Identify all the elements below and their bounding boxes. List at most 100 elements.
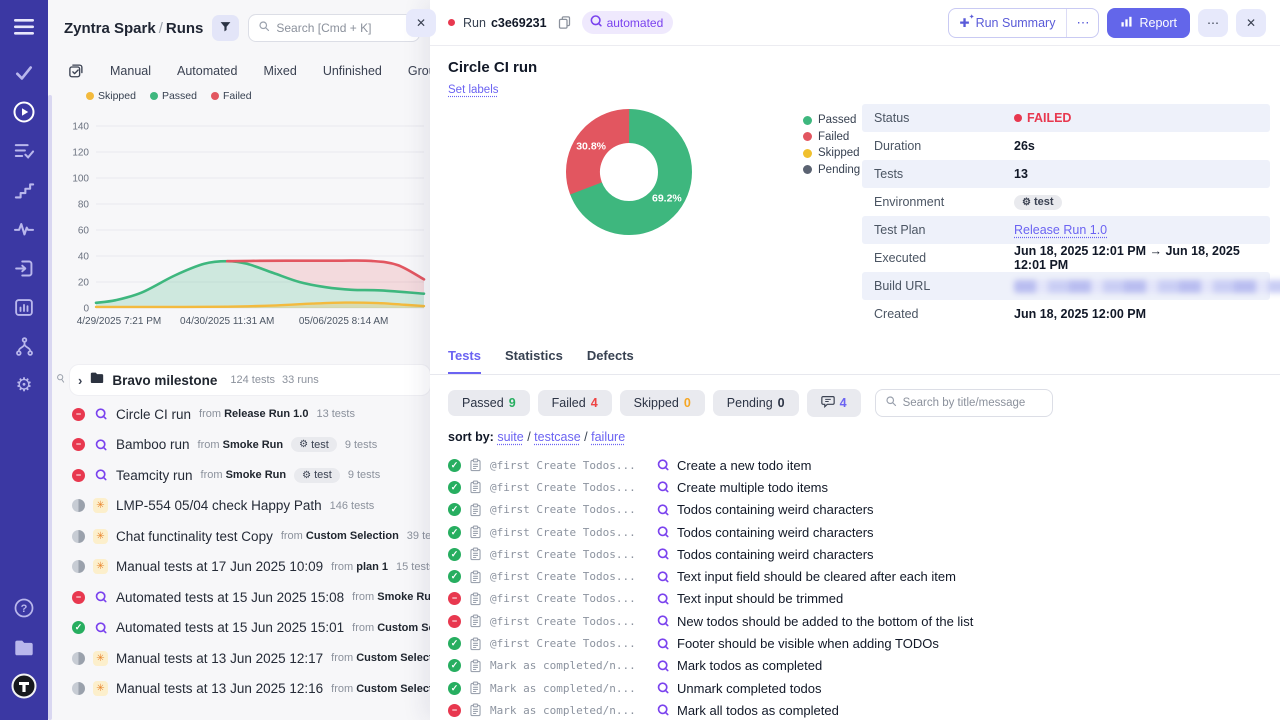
test-row[interactable]: −@first Create Todos...New todos should … [448, 610, 1262, 632]
filter-failed[interactable]: Failed4 [538, 390, 612, 416]
test-row[interactable]: ✓@first Create Todos...Text input field … [448, 565, 1262, 587]
automated-icon [655, 480, 670, 494]
detail-row-build-url: Build URL [862, 272, 1270, 300]
projects-folder-icon[interactable] [0, 632, 48, 662]
filter-comments[interactable]: 4 [807, 389, 861, 417]
tab-statistics[interactable]: Statistics [505, 348, 563, 374]
report-button[interactable]: Report [1107, 8, 1190, 38]
test-row[interactable]: −@first Create Todos...Text input should… [448, 588, 1262, 610]
run-topbar: Run c3e69231 automated ✚✦ Run Summary ⋯ … [430, 0, 1280, 46]
test-row[interactable]: ✓@first Create Todos...Footer should be … [448, 632, 1262, 654]
steps-icon[interactable] [0, 175, 48, 205]
run-source: from Smoke Run [352, 591, 430, 603]
import-icon[interactable] [0, 253, 48, 283]
sort-by-testcase[interactable]: testcase [534, 430, 581, 444]
run-list-item[interactable]: ✓Automated tests at 15 Jun 2025 15:01fro… [56, 613, 430, 644]
test-row[interactable]: ✓@first Create Todos...Create multiple t… [448, 476, 1262, 498]
clipboard-icon [468, 592, 483, 606]
run-list-item[interactable]: ✳Manual tests at 13 Jun 2025 12:17from C… [56, 643, 430, 674]
clipboard-icon [468, 659, 483, 673]
run-list-item[interactable]: ✳Manual tests at 17 Jun 2025 10:09from p… [56, 552, 430, 583]
tests-search-input[interactable] [903, 397, 1043, 409]
runs-tab-unfinished[interactable]: Unfinished [310, 60, 395, 82]
breadcrumb-page: Runs [166, 20, 204, 37]
test-row[interactable]: ✓Mark as completed/n...Mark todos as com… [448, 655, 1262, 677]
run-list-item[interactable]: −Circle CI runfrom Release Run 1.013 tes… [56, 399, 430, 430]
analytics-icon[interactable] [0, 292, 48, 322]
automated-icon [655, 637, 670, 651]
copy-run-id-button[interactable] [555, 13, 574, 32]
breadcrumb-project[interactable]: Zyntra Spark [64, 20, 156, 37]
sort-by-row: sort by: suite / testcase / failure [430, 417, 1280, 444]
tests-search[interactable] [875, 389, 1053, 417]
test-row[interactable]: ✓Mark as completed/n...Unmark completed … [448, 677, 1262, 699]
pulse-icon[interactable] [0, 214, 48, 244]
filter-skipped[interactable]: Skipped0 [620, 390, 705, 416]
run-list-item[interactable]: −Bamboo runfrom Smoke Run⚙test9 tests [56, 430, 430, 461]
sort-by-suite[interactable]: suite [497, 430, 523, 444]
run-summary-more-button[interactable]: ⋯ [1066, 9, 1098, 37]
run-list-item[interactable]: −Teamcity runfrom Smoke Run⚙test9 tests [56, 460, 430, 491]
tab-tests[interactable]: Tests [448, 348, 481, 374]
help-icon[interactable]: ? [0, 593, 48, 623]
status-passed-icon: ✓ [448, 637, 461, 650]
test-row[interactable]: ✓@first Create Todos...Todos containing … [448, 521, 1262, 543]
chevron-right-icon[interactable]: › [78, 373, 82, 388]
test-row[interactable]: −Mark as completed/n...Mark all todos as… [448, 699, 1262, 720]
runs-tab-automated[interactable]: Automated [164, 60, 250, 82]
detail-label: Environment [862, 195, 1014, 209]
runs-play-icon[interactable] [0, 97, 48, 127]
status-finished-icon [72, 499, 85, 512]
run-summary-button[interactable]: ✚✦ Run Summary [949, 16, 1067, 30]
branch-icon[interactable] [0, 331, 48, 361]
breadcrumb: Zyntra Spark/Runs [64, 20, 203, 37]
set-labels-link[interactable]: Set labels [448, 84, 499, 96]
test-plan-link[interactable]: Release Run 1.0 [1014, 223, 1107, 237]
panel-close-button[interactable]: ✕ [406, 9, 436, 37]
filter-passed[interactable]: Passed9 [448, 390, 530, 416]
run-list-item[interactable]: −Automated tests at 15 Jun 2025 15:08fro… [56, 582, 430, 613]
filter-pending[interactable]: Pending0 [713, 390, 799, 416]
test-suite: @first Create Todos... [490, 526, 648, 539]
test-title: Unmark completed todos [677, 681, 822, 696]
tests-check-icon[interactable] [0, 58, 48, 88]
test-row[interactable]: ✓@first Create Todos...Todos containing … [448, 543, 1262, 565]
app-logo[interactable] [0, 671, 48, 701]
runs-tab-mixed[interactable]: Mixed [250, 60, 309, 82]
run-group-row[interactable]: ⚲ › Bravo milestone 124 tests 33 runs [70, 365, 430, 395]
automated-badge[interactable]: automated [582, 11, 674, 34]
settings-gear-icon[interactable]: ⚙ [0, 370, 48, 400]
detail-label: Build URL [862, 279, 1014, 293]
sort-separator: / [524, 430, 534, 444]
list-check-icon[interactable] [0, 136, 48, 166]
runs-search-input[interactable] [276, 21, 410, 35]
detail-row-created: CreatedJun 18, 2025 12:00 PM [862, 300, 1270, 328]
svg-text:120: 120 [72, 148, 89, 159]
run-list-item[interactable]: ✳Manual tests at 13 Jun 2025 12:16from C… [56, 674, 430, 705]
filter-button[interactable] [212, 15, 239, 41]
sparkles-icon: ✚✦ [960, 16, 970, 30]
select-runs-icon[interactable] [68, 64, 83, 79]
test-row[interactable]: ✓@first Create Todos...Create a new todo… [448, 454, 1262, 476]
test-row[interactable]: ✓@first Create Todos...Todos containing … [448, 499, 1262, 521]
run-title: Manual tests at 17 Jun 2025 10:09 [116, 559, 323, 574]
menu-icon[interactable] [0, 12, 48, 42]
run-list-item[interactable]: ✳Chat functinality test Copyfrom Custom … [56, 521, 430, 552]
runs-search[interactable] [248, 14, 420, 42]
detail-row-duration: Duration26s [862, 132, 1270, 160]
run-list-item[interactable]: ✳LMP-554 05/04 check Happy Path146 tests [56, 491, 430, 522]
runs-tab-manual[interactable]: Manual [97, 60, 164, 82]
group-tests-count: 124 tests [230, 374, 275, 386]
manual-run-icon: ✳ [93, 498, 108, 513]
close-drawer-button[interactable]: ✕ [1236, 9, 1266, 37]
test-title: Todos containing weird characters [677, 547, 874, 562]
report-label: Report [1139, 16, 1177, 30]
donut-legend: PassedFailedSkippedPending [803, 114, 860, 328]
runs-tab-groups[interactable]: Groups [395, 60, 430, 82]
more-actions-button[interactable]: ⋯ [1198, 9, 1228, 37]
pin-icon[interactable]: ⚲ [54, 371, 68, 386]
test-suite: Mark as completed/n... [490, 659, 648, 672]
sort-by-failure[interactable]: failure [591, 430, 625, 444]
legend-item-failed: Failed [211, 90, 252, 102]
tab-defects[interactable]: Defects [587, 348, 634, 374]
